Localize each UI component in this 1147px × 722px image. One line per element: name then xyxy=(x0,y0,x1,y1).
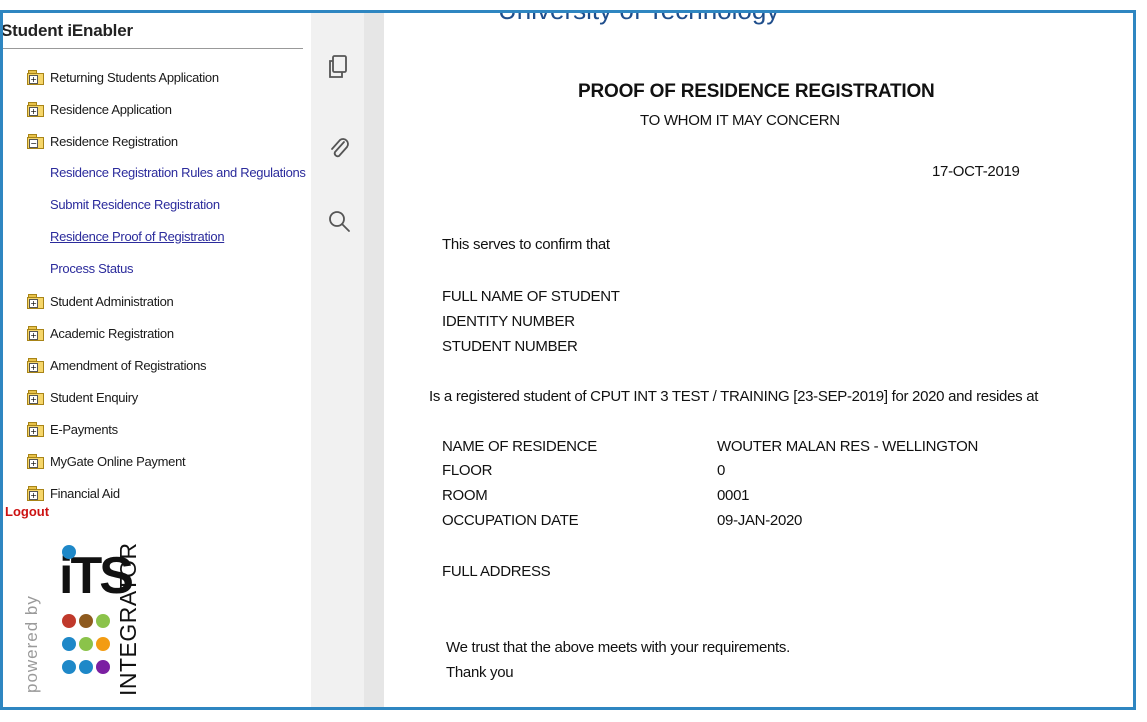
link-process-status[interactable]: Process Status xyxy=(3,253,311,285)
sidebar-item-label: E-Payments xyxy=(50,421,118,437)
copy-icon[interactable] xyxy=(326,54,352,80)
sidebar-item-residence-application[interactable]: + Residence Application xyxy=(3,93,311,125)
link-residence-proof-of-registration[interactable]: Residence Proof of Registration xyxy=(3,221,311,253)
logout-link[interactable]: Logout xyxy=(5,504,49,519)
logo-dot xyxy=(96,637,110,651)
logo-dot xyxy=(62,660,76,674)
label-identity-number: IDENTITY NUMBER xyxy=(442,313,575,330)
folder-expand-icon: + xyxy=(27,390,44,405)
sidebar-item-label: MyGate Online Payment xyxy=(50,453,186,469)
label-room: ROOM xyxy=(442,487,488,504)
logo-dot xyxy=(96,614,110,628)
sidebar-item-amendment-of-registrations[interactable]: + Amendment of Registrations xyxy=(3,349,311,381)
sidebar-item-label: Academic Registration xyxy=(50,325,174,341)
thank-you-text: Thank you xyxy=(446,664,514,681)
label-student-number: STUDENT NUMBER xyxy=(442,338,578,355)
logo-dot xyxy=(79,660,93,674)
tool-strip xyxy=(311,13,376,707)
label-floor: FLOOR xyxy=(442,462,493,479)
logo-dot xyxy=(79,614,93,628)
document-title: PROOF OF RESIDENCE REGISTRATION xyxy=(578,81,935,102)
logo-dot xyxy=(62,614,76,628)
sidebar: Student iEnabler + Returning Students Ap… xyxy=(3,13,311,707)
folder-expand-icon: + xyxy=(27,326,44,341)
divider xyxy=(3,48,303,49)
sidebar-item-academic-registration[interactable]: + Academic Registration xyxy=(3,317,311,349)
document-page: University of Technology PROOF OF RESIDE… xyxy=(384,13,1133,707)
search-icon[interactable] xyxy=(326,208,352,234)
folder-expand-icon: + xyxy=(27,358,44,373)
sidebar-item-label: Returning Students Application xyxy=(50,69,219,85)
folder-expand-icon: + xyxy=(27,422,44,437)
intro-text: This serves to confirm that xyxy=(442,236,610,253)
label-name-of-residence: NAME OF RESIDENCE xyxy=(442,438,597,455)
sidebar-item-residence-registration[interactable]: − Residence Registration xyxy=(3,125,311,157)
folder-expand-icon: + xyxy=(27,102,44,117)
sidebar-item-financial-aid[interactable]: + Financial Aid xyxy=(3,477,311,509)
sidebar-item-returning-students-application[interactable]: + Returning Students Application xyxy=(3,61,311,93)
label-full-name: FULL NAME OF STUDENT xyxy=(442,288,620,305)
integrator-text: INTEGRATOR xyxy=(115,542,141,696)
folder-expand-icon: + xyxy=(27,294,44,309)
sidebar-title: Student iEnabler xyxy=(3,21,133,40)
sidebar-item-label: Student Administration xyxy=(50,293,174,309)
sidebar-item-e-payments[interactable]: + E-Payments xyxy=(3,413,311,445)
registration-statement: Is a registered student of CPUT INT 3 TE… xyxy=(429,388,1039,405)
browser-frame: Student iEnabler + Returning Students Ap… xyxy=(0,10,1136,710)
folder-collapse-icon: − xyxy=(27,134,44,149)
label-occupation-date: OCCUPATION DATE xyxy=(442,512,579,529)
sidebar-item-label: Residence Application xyxy=(50,101,172,117)
sidebar-item-student-enquiry[interactable]: + Student Enquiry xyxy=(3,381,311,413)
value-room: 0001 xyxy=(717,487,750,504)
sidebar-item-label: Financial Aid xyxy=(50,485,120,501)
link-submit-residence-registration[interactable]: Submit Residence Registration xyxy=(3,189,311,221)
logo-dot xyxy=(96,660,110,674)
folder-expand-icon: + xyxy=(27,486,44,501)
sidebar-item-label: Student Enquiry xyxy=(50,389,139,405)
closing-text: We trust that the above meets with your … xyxy=(446,639,790,656)
sidebar-item-label: Amendment of Registrations xyxy=(50,357,207,373)
value-name-of-residence: WOUTER MALAN RES - WELLINGTON xyxy=(717,438,979,455)
folder-expand-icon: + xyxy=(27,70,44,85)
sidebar-item-student-administration[interactable]: + Student Administration xyxy=(3,285,311,317)
sidebar-item-label: Residence Registration xyxy=(50,133,178,149)
paperclip-icon[interactable] xyxy=(326,135,352,161)
label-full-address: FULL ADDRESS xyxy=(442,563,551,580)
document-subtitle: TO WHOM IT MAY CONCERN xyxy=(640,112,840,129)
powered-by-text: powered by xyxy=(22,595,41,693)
link-residence-registration-rules[interactable]: Residence Registration Rules and Regulat… xyxy=(3,157,311,189)
panel-gutter xyxy=(364,13,384,707)
sidebar-item-mygate-online-payment[interactable]: + MyGate Online Payment xyxy=(3,445,311,477)
logo-dot xyxy=(79,637,93,651)
document-date: 17-OCT-2019 xyxy=(932,163,1020,180)
logo-dot xyxy=(62,637,76,651)
folder-expand-icon: + xyxy=(27,454,44,469)
value-occupation-date: 09-JAN-2020 xyxy=(717,512,803,529)
university-header: University of Technology xyxy=(498,10,780,25)
its-integrator-logo: powered by iTS INTEGRATOR xyxy=(22,542,141,696)
sidebar-menu: + Returning Students Application + Resid… xyxy=(3,61,311,509)
value-floor: 0 xyxy=(717,462,726,479)
logo-dot xyxy=(62,545,76,559)
